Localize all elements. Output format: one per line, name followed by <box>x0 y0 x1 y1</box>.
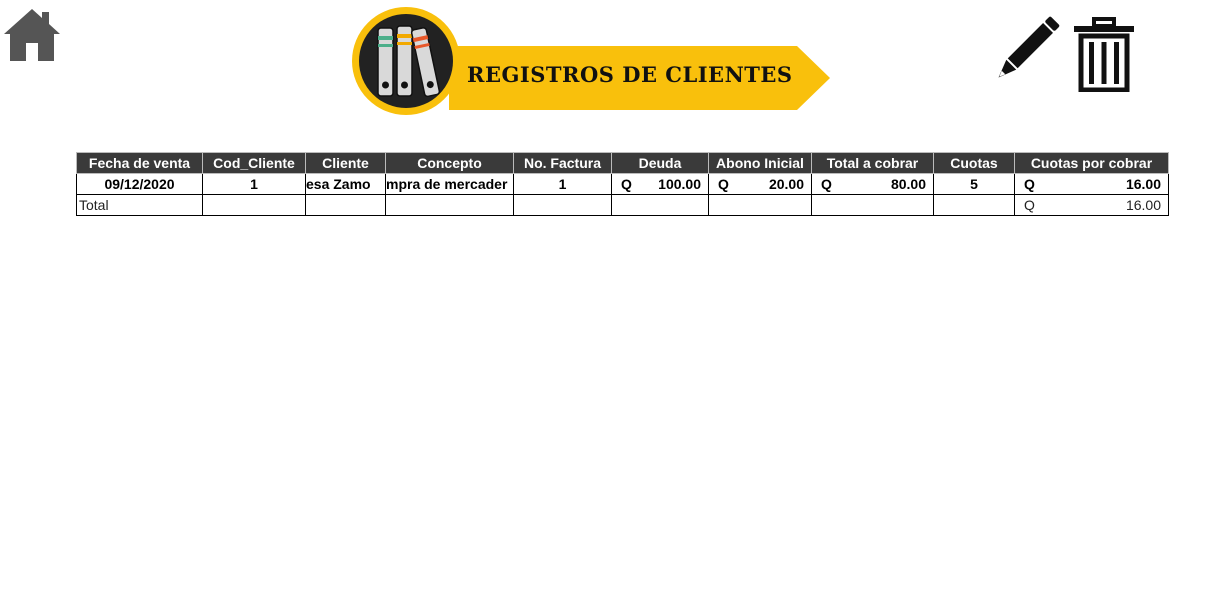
cell-empty[interactable] <box>513 194 612 216</box>
col-header-cuotas-cobrar[interactable]: Cuotas por cobrar <box>1014 152 1169 174</box>
col-header-fecha[interactable]: Fecha de venta <box>76 152 203 174</box>
cell-empty[interactable] <box>708 194 812 216</box>
col-header-total[interactable]: Total a cobrar <box>811 152 934 174</box>
cell-empty[interactable] <box>385 194 514 216</box>
currency-symbol: Q <box>1024 176 1035 192</box>
cell-cod-cliente[interactable]: 1 <box>202 173 306 195</box>
cell-empty[interactable] <box>611 194 709 216</box>
cell-factura[interactable]: 1 <box>513 173 612 195</box>
edit-button[interactable] <box>986 14 1062 90</box>
home-icon <box>4 9 60 61</box>
clients-table: Fecha de venta Cod_Cliente Cliente Conce… <box>76 152 1169 216</box>
page-banner: REGISTROS DE CLIENTES <box>349 6 833 116</box>
pencil-icon <box>998 16 1060 78</box>
cell-concepto-text: mpra de mercader <box>386 176 508 192</box>
cell-empty[interactable] <box>305 194 386 216</box>
trash-icon <box>1074 17 1134 93</box>
currency-symbol: Q <box>621 176 632 192</box>
cell-fecha[interactable]: 09/12/2020 <box>76 173 203 195</box>
cell-empty[interactable] <box>202 194 306 216</box>
table-row[interactable]: 09/12/2020 1 esa Zamo mpra de mercader 1… <box>76 173 1169 195</box>
cell-cliente-text: esa Zamo <box>306 176 371 192</box>
col-header-deuda[interactable]: Deuda <box>611 152 709 174</box>
cell-abono[interactable]: Q 20.00 <box>708 173 812 195</box>
cell-total-sum[interactable]: Q 16.00 <box>1014 194 1169 216</box>
cell-total[interactable]: Q 80.00 <box>811 173 934 195</box>
currency-symbol: Q <box>821 176 832 192</box>
cell-cuotas-cobrar[interactable]: Q 16.00 <box>1014 173 1169 195</box>
col-header-cod-cliente[interactable]: Cod_Cliente <box>202 152 306 174</box>
cell-empty[interactable] <box>811 194 934 216</box>
col-header-factura[interactable]: No. Factura <box>513 152 612 174</box>
cell-cliente[interactable]: esa Zamo <box>305 173 386 195</box>
deuda-value: 100.00 <box>658 176 701 192</box>
delete-button[interactable] <box>1072 17 1136 93</box>
cuotas-cobrar-value: 16.00 <box>1125 176 1161 192</box>
binders-icon <box>377 25 441 98</box>
currency-symbol: Q <box>1024 197 1035 213</box>
col-header-cuotas[interactable]: Cuotas <box>933 152 1015 174</box>
table-header-row: Fecha de venta Cod_Cliente Cliente Conce… <box>76 152 1169 174</box>
cell-deuda[interactable]: Q 100.00 <box>611 173 709 195</box>
abono-value: 20.00 <box>768 176 804 192</box>
cell-total-label[interactable]: Total <box>76 194 203 216</box>
col-header-abono[interactable]: Abono Inicial <box>708 152 812 174</box>
total-value: 80.00 <box>890 176 926 192</box>
cell-concepto[interactable]: mpra de mercader <box>385 173 514 195</box>
cell-cuotas[interactable]: 5 <box>933 173 1015 195</box>
cell-empty[interactable] <box>933 194 1015 216</box>
col-header-concepto[interactable]: Concepto <box>385 152 514 174</box>
home-button[interactable] <box>2 7 62 63</box>
page-title: REGISTROS DE CLIENTES <box>467 62 793 87</box>
currency-symbol: Q <box>718 176 729 192</box>
total-sum-value: 16.00 <box>1125 197 1161 213</box>
table-total-row: Total Q 16.00 <box>76 194 1169 216</box>
col-header-cliente[interactable]: Cliente <box>305 152 386 174</box>
